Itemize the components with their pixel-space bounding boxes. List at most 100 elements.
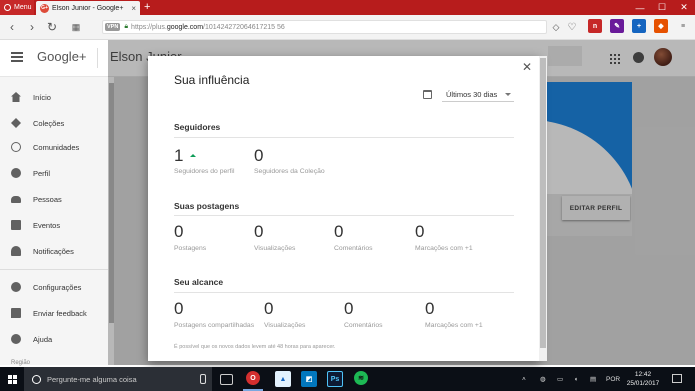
cortana-search[interactable]: Pergunte-me alguma coisa — [24, 367, 212, 391]
language-indicator[interactable]: POR — [606, 367, 620, 391]
sidebar-item-feedback[interactable]: Enviar feedback — [0, 305, 108, 321]
clock[interactable]: 12:42 25/01/2017 — [623, 370, 663, 388]
opera-taskbar-icon[interactable]: O — [246, 371, 260, 385]
stat-label: Seguidores do perfil — [174, 168, 235, 175]
vpn-badge[interactable]: VPN — [105, 23, 121, 31]
sidebar-item-ajuda[interactable]: Ajuda — [0, 331, 108, 347]
date-range-value: Últimos 30 dias — [446, 89, 498, 99]
influence-dialog: Sua influência ✕ Últimos 30 dias Seguido… — [148, 56, 540, 361]
section-divider — [174, 215, 514, 216]
tray-app-icon[interactable]: ◍ — [540, 367, 546, 391]
url-domain: google.com — [166, 23, 204, 31]
task-view-icon[interactable] — [220, 374, 233, 385]
section-divider — [174, 292, 514, 293]
extension-3-icon[interactable]: + — [632, 19, 646, 33]
feedback-icon — [11, 308, 21, 318]
windows-logo-icon — [7, 374, 17, 384]
stat-value: 0 — [415, 222, 425, 241]
stat-value: 0 — [174, 222, 184, 241]
speed-dial-icon[interactable]: ▦ — [68, 19, 84, 35]
home-icon — [11, 92, 21, 102]
stat-label: Marcações com +1 — [425, 322, 483, 329]
volume-icon[interactable]: ◖ — [574, 367, 578, 391]
sidebar-item-label: Comunidades — [33, 142, 80, 152]
sidebar-item-label: Pessoas — [33, 194, 62, 204]
stat-value: 0 — [344, 299, 354, 318]
hamburger-menu-icon[interactable] — [11, 52, 23, 62]
tab-title: Elson Junior - Google+ — [52, 4, 124, 12]
chevron-down-icon — [505, 93, 511, 96]
sidebar-item-notificacoes[interactable]: Notificações — [0, 243, 108, 259]
events-icon — [11, 220, 21, 230]
people-icon — [11, 195, 21, 203]
taskbar: Pergunte-me alguma coisa O ▲ ◩ Ps ≋ ˄ ◍ … — [0, 367, 695, 391]
dialog-scrollbar[interactable] — [539, 56, 547, 361]
calendar-icon — [423, 90, 432, 99]
browser-tab[interactable]: G+ Elson Junior - Google+ × — [36, 1, 140, 15]
stat-label: Postagens — [174, 245, 207, 252]
stat-value: 0 — [425, 299, 435, 318]
date-range-select[interactable]: Últimos 30 dias — [442, 87, 514, 102]
header-divider — [97, 48, 98, 68]
sidebar-item-pessoas[interactable]: Pessoas — [0, 191, 108, 207]
stat-value: 1 — [174, 146, 184, 165]
region-label: Região — [11, 360, 31, 366]
tab-close-icon[interactable]: × — [131, 4, 136, 13]
microphone-icon[interactable] — [200, 374, 206, 384]
sidebar-item-eventos[interactable]: Eventos — [0, 217, 108, 233]
menu-label: Menu — [14, 4, 32, 11]
heart-icon[interactable]: ♡ — [564, 19, 580, 35]
gplus-favicon-icon: G+ — [40, 3, 49, 13]
section-divider — [174, 137, 514, 138]
sidebar-item-inicio[interactable]: Início — [0, 89, 108, 105]
lock-icon[interactable]: 🔒︎ — [124, 23, 128, 31]
new-tab-button[interactable]: + — [144, 1, 150, 13]
opera-menu-button[interactable]: Menu — [0, 0, 34, 15]
start-button[interactable] — [0, 367, 24, 391]
window-close-button[interactable]: ✕ — [673, 0, 695, 15]
sidebar-item-colecoes[interactable]: Coleções — [0, 115, 108, 131]
sidebar-item-label: Eventos — [33, 220, 61, 230]
extension-4-icon[interactable]: ◆ — [654, 19, 668, 33]
close-icon[interactable]: ✕ — [522, 60, 532, 74]
store-taskbar-icon[interactable]: ◩ — [301, 371, 317, 387]
photoshop-taskbar-icon[interactable]: Ps — [327, 371, 343, 387]
section-title-posts: Suas postagens — [174, 201, 240, 211]
sidebar-divider — [0, 269, 108, 270]
battery-icon[interactable]: ▭ — [557, 367, 563, 391]
opera-logo-icon — [4, 4, 11, 11]
action-center-icon[interactable] — [672, 374, 682, 383]
communities-icon — [11, 142, 21, 152]
collections-icon — [11, 118, 21, 128]
sidebar-item-label: Perfil — [33, 168, 51, 178]
section-title-reach: Seu alcance — [174, 277, 224, 287]
url-field[interactable]: VPN 🔒︎ https://plus. google.com /1014242… — [102, 20, 547, 34]
url-prefix: https://plus. — [131, 23, 167, 31]
shield-icon[interactable]: ◇ — [548, 19, 564, 35]
search-input[interactable]: Pergunte-me alguma coisa — [47, 375, 137, 384]
gplus-logo[interactable]: Google+ — [37, 49, 87, 64]
spotify-taskbar-icon[interactable]: ≋ — [354, 371, 368, 385]
maximize-button[interactable]: ☐ — [651, 0, 673, 15]
minimize-button[interactable]: — — [629, 0, 651, 15]
sidebar-item-label: Ajuda — [33, 334, 53, 344]
sidebar-item-label: Coleções — [33, 118, 65, 128]
stat-value: 0 — [254, 146, 264, 165]
stat-value: 0 — [254, 222, 264, 241]
reload-icon[interactable]: ↻ — [44, 19, 60, 35]
sidebar-item-perfil[interactable]: Perfil — [0, 165, 108, 181]
extension-2-icon[interactable]: ✎ — [610, 19, 624, 33]
network-icon[interactable]: ▤ — [590, 367, 596, 391]
sidebar-item-comunidades[interactable]: Comunidades — [0, 139, 108, 155]
stat-label: Comentários — [334, 245, 373, 252]
sidebar-item-configuracoes[interactable]: Configurações — [0, 279, 108, 295]
back-icon[interactable]: ‹ — [4, 19, 20, 35]
app-taskbar-icon[interactable]: ▲ — [275, 371, 291, 387]
extension-1-icon[interactable]: n — [588, 19, 602, 33]
tray-chevron-icon[interactable]: ˄ — [522, 367, 526, 391]
stat-value: 0 — [264, 299, 274, 318]
sidebar-item-label: Configurações — [33, 282, 82, 292]
extensions-menu-icon[interactable]: ≡ — [676, 19, 690, 33]
bell-icon — [11, 246, 21, 256]
forward-icon[interactable]: › — [24, 19, 40, 35]
